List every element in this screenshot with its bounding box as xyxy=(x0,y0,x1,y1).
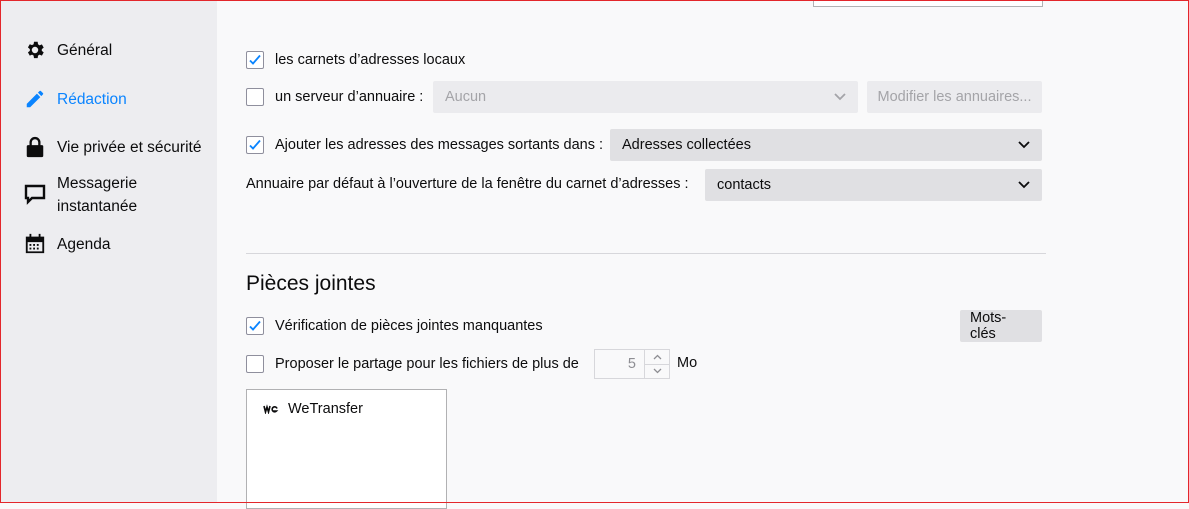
sidebar-item-chat[interactable]: Messagerie instantanée xyxy=(23,172,137,218)
share-large-files-checkbox[interactable] xyxy=(246,355,264,373)
checkmark-icon xyxy=(249,139,261,150)
file-size-value: 5 xyxy=(627,356,636,372)
missing-attachments-checkbox[interactable] xyxy=(246,317,264,335)
chevron-down-icon xyxy=(834,89,846,105)
sidebar-item-label-block: Messagerie instantanée xyxy=(57,172,137,218)
section-divider xyxy=(246,253,1046,254)
keywords-button[interactable]: Mots-clés xyxy=(960,310,1042,342)
sidebar-item-composition[interactable]: Rédaction xyxy=(23,87,127,111)
stepper-up-icon[interactable] xyxy=(645,350,669,365)
directory-server-select-value: Aucun xyxy=(445,89,487,105)
file-size-unit-row: Mo xyxy=(677,355,697,371)
directory-server-label: un serveur d’annuaire : xyxy=(275,89,424,105)
share-large-files-row[interactable]: Proposer le partage pour les fichiers de… xyxy=(246,355,579,373)
sidebar: Général Rédaction Vie privée et sécurité… xyxy=(1,1,217,502)
default-directory-select[interactable]: contacts xyxy=(705,169,1042,201)
sidebar-item-label: Général xyxy=(57,41,113,59)
default-directory-select-value: contacts xyxy=(717,177,771,193)
chevron-down-icon xyxy=(1018,137,1030,153)
default-directory-label: Annuaire par défaut à l’ouverture de la … xyxy=(246,176,689,192)
calendar-icon xyxy=(23,232,47,256)
partial-input-field[interactable] xyxy=(813,0,1043,7)
wetransfer-icon xyxy=(263,404,279,414)
sidebar-item-general[interactable]: Général xyxy=(23,38,112,62)
sidebar-item-label-line1: Messagerie xyxy=(57,175,138,192)
main-content: les carnets d’adresses locaux un serveur… xyxy=(217,0,1188,509)
checkmark-icon xyxy=(249,320,261,331)
default-directory-row: Annuaire par défaut à l’ouverture de la … xyxy=(246,176,689,192)
sidebar-item-label: Rédaction xyxy=(57,90,127,108)
local-address-books-row[interactable]: les carnets d’adresses locaux xyxy=(246,51,465,69)
share-providers-list[interactable]: WeTransfer xyxy=(246,389,447,509)
file-size-unit: Mo xyxy=(677,355,698,371)
checkmark-icon xyxy=(249,54,261,65)
chat-icon xyxy=(23,182,47,206)
chevron-down-icon xyxy=(1018,177,1030,193)
gear-icon xyxy=(23,38,47,62)
outgoing-addresses-select[interactable]: Adresses collectées xyxy=(610,129,1042,161)
stepper-down-icon[interactable] xyxy=(645,365,669,379)
sidebar-item-calendar[interactable]: Agenda xyxy=(23,232,110,256)
attachments-heading: Pièces jointes xyxy=(246,272,376,295)
outgoing-addresses-label: Ajouter les adresses des messages sortan… xyxy=(275,137,604,153)
pencil-icon xyxy=(23,87,47,111)
list-item[interactable]: WeTransfer xyxy=(263,401,363,417)
lock-icon xyxy=(23,135,47,159)
sidebar-item-label: Agenda xyxy=(57,235,111,253)
local-address-books-checkbox[interactable] xyxy=(246,51,264,69)
outgoing-addresses-select-value: Adresses collectées xyxy=(622,137,751,153)
sidebar-item-label-line2: instantanée xyxy=(57,198,138,215)
sidebar-item-label: Vie privée et sécurité xyxy=(57,138,202,156)
provider-name: WeTransfer xyxy=(288,401,363,417)
directory-server-checkbox[interactable] xyxy=(246,88,264,106)
missing-attachments-row[interactable]: Vérification de pièces jointes manquante… xyxy=(246,317,543,335)
file-size-stepper[interactable]: 5 xyxy=(594,349,670,379)
stepper-arrows xyxy=(644,350,669,378)
outgoing-addresses-checkbox[interactable] xyxy=(246,136,264,154)
edit-directories-button[interactable]: Modifier les annuaires... xyxy=(867,81,1042,113)
sidebar-item-privacy[interactable]: Vie privée et sécurité xyxy=(23,135,201,159)
directory-server-row[interactable]: un serveur d’annuaire : xyxy=(246,88,423,106)
local-address-books-label: les carnets d’adresses locaux xyxy=(275,52,466,68)
outgoing-addresses-row[interactable]: Ajouter les adresses des messages sortan… xyxy=(246,136,603,154)
missing-attachments-label: Vérification de pièces jointes manquante… xyxy=(275,318,543,334)
directory-server-select[interactable]: Aucun xyxy=(433,81,858,113)
share-large-files-label: Proposer le partage pour les fichiers de… xyxy=(275,356,579,372)
